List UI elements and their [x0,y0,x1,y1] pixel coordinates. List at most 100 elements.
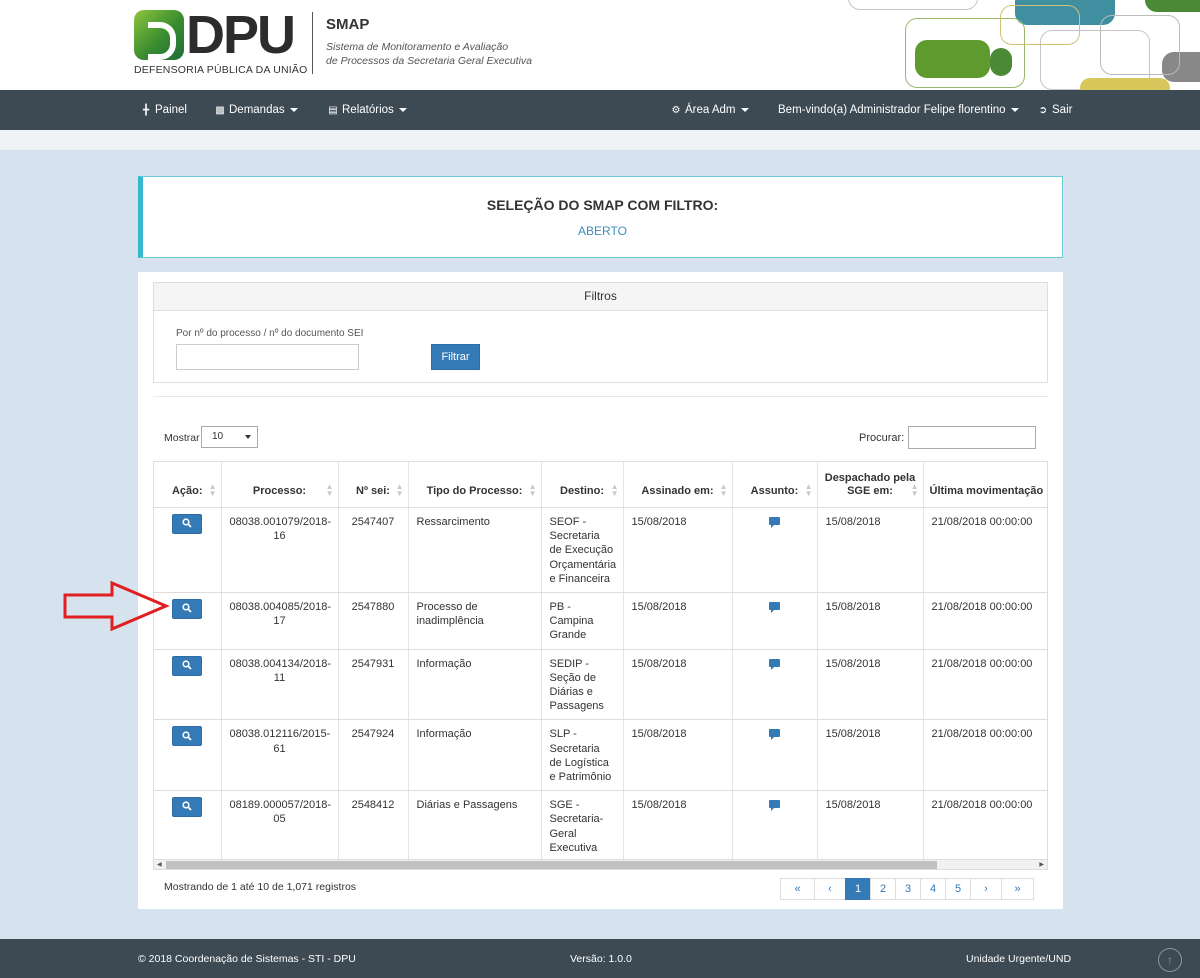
cell-assunto [732,592,818,650]
app-description-line1: Sistema de Monitoramento e Avaliação [326,41,509,53]
cell-sei: 2547880 [338,592,409,650]
col-header-nsei[interactable]: Nº sei: ▲ ▼ [338,461,409,508]
app-title: SMAP [326,16,370,33]
scroll-right-icon[interactable]: ▶ [1039,861,1044,868]
cell-processo: 08189.000057/2018-05 [221,790,339,859]
search-icon [182,660,192,670]
sort-icon: ▲ ▼ [719,482,728,498]
cell-sei: 2547407 [338,507,409,594]
col-header-acao[interactable]: Ação: ▲ ▼ [154,461,222,508]
comment-icon[interactable] [769,517,780,528]
show-entries-label: Mostrar [164,432,200,444]
page-button-2[interactable]: 2 [870,878,896,900]
page-last-button[interactable]: » [1001,878,1034,900]
nav-area-adm[interactable]: ⚙ Área Adm [670,90,749,130]
scrollbar-thumb[interactable] [166,861,937,869]
cell-ultima: 21/08/2018 00:00:00 [923,592,1047,650]
page-button-1[interactable]: 1 [845,878,871,900]
comment-icon[interactable] [769,729,780,741]
view-details-button[interactable] [172,797,203,818]
footer-unit: Unidade Urgente/UND [966,953,1072,965]
search-icon [182,801,192,811]
selection-title-box: SELEÇÃO DO SMAP COM FILTRO: ABERTO [138,176,1063,258]
cell-destino: SEDIP - Seção de Diárias e Passagens [541,649,624,721]
cell-acao [154,649,222,721]
col-header-destino[interactable]: Destino: ▲ ▼ [541,461,624,508]
col-header-despachado[interactable]: Despachado pela SGE em: ▲ ▼ [817,461,924,508]
sub-navbar-band [0,130,1200,150]
table-row: 08038.001079/2018-16 2547407 Ressarcimento… [154,507,1047,594]
cell-sei: 2547924 [338,719,409,792]
status-label: ABERTO [578,224,627,238]
cell-assunto [732,507,818,594]
comment-icon[interactable] [769,658,780,670]
nav-user-menu[interactable]: Bem-vindo(a) Administrador Felipe floren… [778,90,1019,130]
filter-button[interactable]: Filtrar [431,344,480,370]
footer-version: Versão: 1.0.0 [570,953,632,965]
table-header-row: Ação: ▲ ▼ Processo: ▲ ▼ Nº sei: ▲ ▼ Tipo do Pr… [154,461,1047,508]
comment-icon[interactable] [769,800,780,812]
view-details-button[interactable] [172,655,203,676]
col-header-tipo[interactable]: Tipo do Processo: ▲ ▼ [408,461,542,508]
cell-ultima: 21/08/2018 00:00:00 [923,507,1047,594]
chevron-down-icon [740,107,749,112]
cell-assunto [732,719,818,792]
nav-painel[interactable]: ╋ Painel [140,90,187,130]
view-details-button[interactable] [172,726,203,747]
nav-welcome-label: Bem-vindo(a) Administrador Felipe floren… [778,104,1006,116]
cell-destino: SEOF - Secretaria de Execução Orçamentár… [541,507,624,594]
sort-icon: ▲ ▼ [610,482,619,498]
page-button-3[interactable]: 3 [895,878,921,900]
cell-assinado: 15/08/2018 [623,592,733,650]
results-table-wrapper: Ação: ▲ ▼ Processo: ▲ ▼ Nº sei: ▲ ▼ Tipo do Pr… [153,461,1048,859]
scroll-to-top-icon[interactable]: ↑ [1158,948,1182,972]
view-details-button[interactable] [172,599,203,620]
cell-processo: 08038.001079/2018-16 [221,507,339,594]
footer-copyright: © 2018 Coordenação de Sistemas - STI - D… [138,953,356,965]
table-row: 08189.000057/2018-05 2548412 Diárias e Pas… [154,790,1047,859]
scroll-left-icon[interactable]: ◀ [157,861,162,868]
col-header-ultima[interactable]: Última movimentação [923,461,1047,508]
main-panel: Filtros Por nº do processo / nº do docum… [138,272,1063,909]
horizontal-scrollbar[interactable]: ◀ ▶ [153,859,1048,870]
gear-icon: ⚙ [671,105,681,116]
show-entries-value: 10 [212,431,224,442]
site-footer: © 2018 Coordenação de Sistemas - STI - D… [0,939,1200,978]
cell-ultima: 21/08/2018 00:00:00 [923,719,1047,792]
cell-tipo: Diárias e Passagens [408,790,542,859]
sort-icon: ▲ ▼ [208,482,217,498]
process-filter-label: Por nº do processo / nº do documento SEI [176,328,364,339]
show-entries-select[interactable]: 10 [201,426,258,448]
process-filter-input[interactable] [176,344,359,370]
col-header-assinado[interactable]: Assinado em: ▲ ▼ [623,461,733,508]
nav-sair[interactable]: ➲ Sair [1037,90,1073,130]
col-header-label: Nº sei: [356,485,390,497]
nav-demandas[interactable]: ▩ Demandas [214,90,298,130]
col-header-processo[interactable]: Processo: ▲ ▼ [221,461,339,508]
nav-relatorios[interactable]: ▤ Relatórios [327,90,407,130]
search-input[interactable] [908,426,1036,449]
page-next-button[interactable]: › [970,878,1002,900]
page-button-5[interactable]: 5 [945,878,971,900]
bar-chart-icon: ▩ [215,105,225,116]
col-header-label: Despachado pela SGE em: [824,472,916,497]
cell-processo: 08038.004134/2018-11 [221,649,339,721]
dpu-logo[interactable]: DPU DEFENSORIA PÚBLICA DA UNIÃO [134,5,307,78]
cell-assunto [732,649,818,721]
sitemap-icon: ╋ [142,105,150,116]
cell-tipo: Ressarcimento [408,507,542,594]
cell-ultima: 21/08/2018 00:00:00 [923,649,1047,721]
header-divider [312,12,313,74]
page-prev-button[interactable]: ‹ [814,878,846,900]
cell-despachado: 15/08/2018 [817,507,924,594]
search-icon [182,518,192,528]
cell-assinado: 15/08/2018 [623,719,733,792]
col-header-assunto[interactable]: Assunto: ▲ ▼ [732,461,818,508]
comment-icon[interactable] [769,602,780,614]
page-button-4[interactable]: 4 [920,878,946,900]
cell-acao [154,719,222,792]
page-first-button[interactable]: « [780,878,815,900]
nav-painel-label: Painel [155,104,187,116]
view-details-button[interactable] [172,514,203,534]
cell-despachado: 15/08/2018 [817,649,924,721]
